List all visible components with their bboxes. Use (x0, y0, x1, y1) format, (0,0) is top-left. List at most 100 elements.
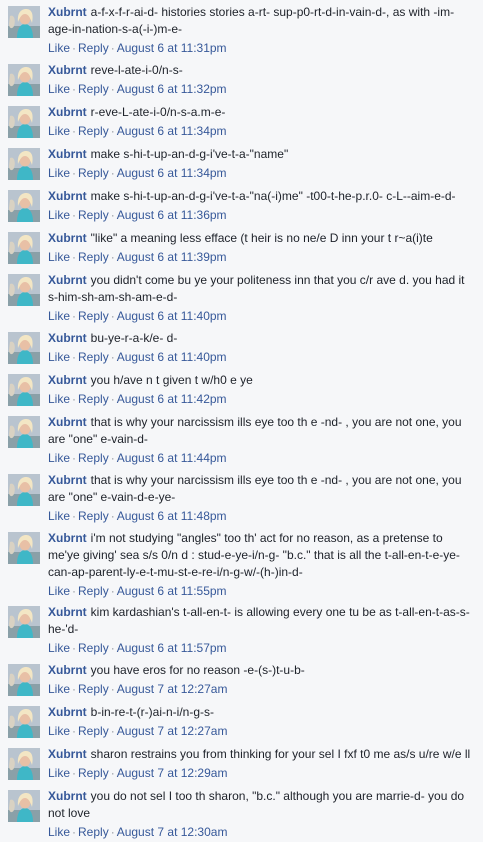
comment-timestamp[interactable]: August 6 at 11:34pm (117, 124, 227, 138)
separator: · (72, 451, 77, 465)
comment-text: make s-hi-t-up-an-d-g-i've-t-a-"na(-i)me… (90, 189, 456, 203)
comment-actions: Like · Reply · August 7 at 12:29am (48, 765, 477, 782)
comment-timestamp[interactable]: August 7 at 12:27am (117, 724, 228, 738)
separator: · (110, 392, 115, 406)
comment-author[interactable]: Xubrnt (48, 231, 87, 245)
like-button[interactable]: Like (48, 41, 70, 55)
reply-button[interactable]: Reply (78, 825, 109, 839)
separator: · (110, 82, 115, 96)
like-button[interactable]: Like (48, 509, 70, 523)
avatar[interactable] (8, 190, 40, 222)
comment-author[interactable]: Xubrnt (48, 415, 87, 429)
avatar[interactable] (8, 706, 40, 738)
reply-button[interactable]: Reply (78, 166, 109, 180)
comment-author[interactable]: Xubrnt (48, 147, 87, 161)
comment-timestamp[interactable]: August 6 at 11:36pm (117, 208, 227, 222)
comment-actions: Like · Reply · August 6 at 11:48pm (48, 508, 477, 525)
comment-actions: Like · Reply · August 6 at 11:40pm (48, 349, 477, 366)
comment-timestamp[interactable]: August 6 at 11:55pm (117, 584, 227, 598)
comment-text-block: Xubrnt "like" a meaning less efface (t he… (48, 230, 477, 247)
avatar[interactable] (8, 532, 40, 564)
reply-button[interactable]: Reply (78, 392, 109, 406)
comment-timestamp[interactable]: August 6 at 11:44pm (117, 451, 227, 465)
avatar[interactable] (8, 232, 40, 264)
reply-button[interactable]: Reply (78, 641, 109, 655)
like-button[interactable]: Like (48, 309, 70, 323)
comment-timestamp[interactable]: August 6 at 11:42pm (117, 392, 227, 406)
like-button[interactable]: Like (48, 641, 70, 655)
avatar[interactable] (8, 474, 40, 506)
like-button[interactable]: Like (48, 82, 70, 96)
comment-author[interactable]: Xubrnt (48, 789, 87, 803)
like-button[interactable]: Like (48, 724, 70, 738)
avatar[interactable] (8, 274, 40, 306)
comment-author[interactable]: Xubrnt (48, 5, 87, 19)
reply-button[interactable]: Reply (78, 309, 109, 323)
avatar[interactable] (8, 374, 40, 406)
separator: · (110, 166, 115, 180)
comment-author[interactable]: Xubrnt (48, 63, 87, 77)
comment-timestamp[interactable]: August 6 at 11:48pm (117, 509, 227, 523)
comment-author[interactable]: Xubrnt (48, 747, 87, 761)
avatar[interactable] (8, 6, 40, 38)
comment-timestamp[interactable]: August 6 at 11:34pm (117, 166, 227, 180)
comment-author[interactable]: Xubrnt (48, 705, 87, 719)
reply-button[interactable]: Reply (78, 766, 109, 780)
reply-button[interactable]: Reply (78, 41, 109, 55)
avatar[interactable] (8, 790, 40, 822)
avatar[interactable] (8, 106, 40, 138)
comment-timestamp[interactable]: August 6 at 11:57pm (117, 641, 227, 655)
comment-author[interactable]: Xubrnt (48, 105, 87, 119)
reply-button[interactable]: Reply (78, 584, 109, 598)
reply-button[interactable]: Reply (78, 124, 109, 138)
like-button[interactable]: Like (48, 350, 70, 364)
comment-author[interactable]: Xubrnt (48, 273, 87, 287)
like-button[interactable]: Like (48, 451, 70, 465)
separator: · (110, 766, 115, 780)
reply-button[interactable]: Reply (78, 82, 109, 96)
like-button[interactable]: Like (48, 682, 70, 696)
comment-author[interactable]: Xubrnt (48, 605, 87, 619)
comment-author[interactable]: Xubrnt (48, 473, 87, 487)
comment-text-block: Xubrnt a-f-x-f-r-ai-d- histories stories … (48, 4, 477, 38)
reply-button[interactable]: Reply (78, 350, 109, 364)
reply-button[interactable]: Reply (78, 509, 109, 523)
like-button[interactable]: Like (48, 825, 70, 839)
comment-timestamp[interactable]: August 6 at 11:39pm (117, 250, 227, 264)
reply-button[interactable]: Reply (78, 208, 109, 222)
comment-timestamp[interactable]: August 6 at 11:40pm (117, 350, 227, 364)
avatar[interactable] (8, 664, 40, 696)
comment-author[interactable]: Xubrnt (48, 331, 87, 345)
like-button[interactable]: Like (48, 250, 70, 264)
comment-author[interactable]: Xubrnt (48, 189, 87, 203)
comment-text-block: Xubrnt you didn't come bu ye your politen… (48, 272, 477, 306)
comment-timestamp[interactable]: August 7 at 12:30am (117, 825, 228, 839)
avatar[interactable] (8, 64, 40, 96)
like-button[interactable]: Like (48, 124, 70, 138)
like-button[interactable]: Like (48, 584, 70, 598)
reply-button[interactable]: Reply (78, 451, 109, 465)
comment-author[interactable]: Xubrnt (48, 373, 87, 387)
reply-button[interactable]: Reply (78, 682, 109, 696)
avatar[interactable] (8, 332, 40, 364)
reply-button[interactable]: Reply (78, 724, 109, 738)
avatar[interactable] (8, 748, 40, 780)
like-button[interactable]: Like (48, 208, 70, 222)
comment-timestamp[interactable]: August 7 at 12:27am (117, 682, 228, 696)
avatar[interactable] (8, 148, 40, 180)
comment-timestamp[interactable]: August 6 at 11:31pm (117, 41, 227, 55)
avatar-photo-icon (8, 332, 40, 364)
like-button[interactable]: Like (48, 392, 70, 406)
like-button[interactable]: Like (48, 166, 70, 180)
comment-timestamp[interactable]: August 6 at 11:32pm (117, 82, 227, 96)
avatar[interactable] (8, 416, 40, 448)
comment-text: you h/ave n t given t w/h0 e ye (90, 373, 253, 387)
comment-timestamp[interactable]: August 7 at 12:29am (117, 766, 228, 780)
reply-button[interactable]: Reply (78, 250, 109, 264)
comment-timestamp[interactable]: August 6 at 11:40pm (117, 309, 227, 323)
like-button[interactable]: Like (48, 766, 70, 780)
comment-author[interactable]: Xubrnt (48, 531, 87, 545)
comment-author[interactable]: Xubrnt (48, 663, 87, 677)
avatar[interactable] (8, 606, 40, 638)
comment-text-block: Xubrnt you h/ave n t given t w/h0 e ye (48, 372, 477, 389)
